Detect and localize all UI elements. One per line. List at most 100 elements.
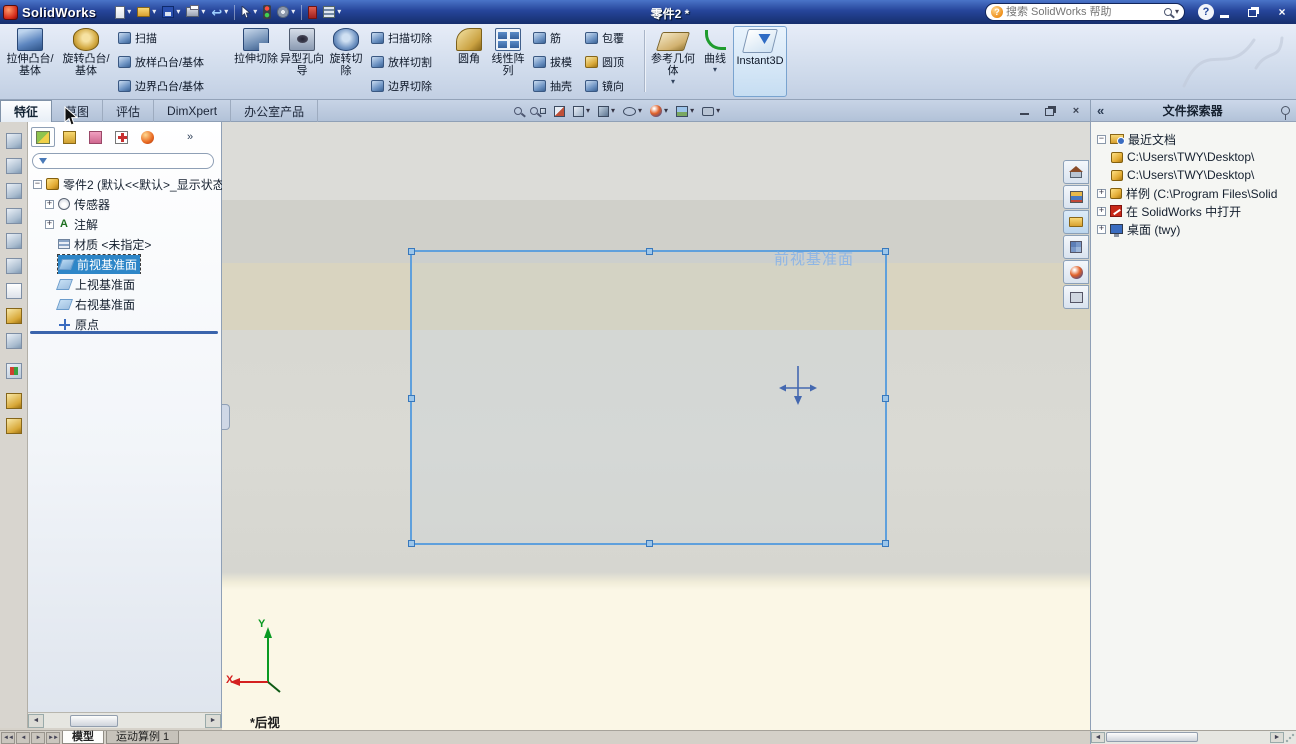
tree-item-front-plane[interactable]: 前视基准面 (28, 254, 222, 274)
tree-item-annotations[interactable]: + A 注解 (28, 214, 222, 234)
motion-study-tab[interactable]: 运动算例 1 (106, 731, 180, 744)
tree-item-part-root[interactable]: − 零件2 (默认<<默认>_显示状态 (28, 174, 222, 194)
search-icon[interactable] (1163, 8, 1172, 16)
close-button[interactable]: × (1271, 3, 1293, 20)
properties-button[interactable]: ▾ (320, 2, 344, 22)
view-palette-tab[interactable] (1063, 235, 1089, 259)
rebuild-button[interactable] (260, 2, 274, 22)
model-tab[interactable]: 模型 (62, 731, 104, 744)
feature-panel-hscrollbar[interactable]: ◄ ► (28, 712, 222, 728)
section-view-button[interactable] (552, 102, 567, 120)
chevron-down-icon[interactable]: ▾ (671, 78, 675, 86)
plane-handle[interactable] (882, 540, 889, 547)
plane-handle[interactable] (882, 248, 889, 255)
tree-item-sensors[interactable]: + 传感器 (28, 194, 222, 214)
chevron-down-icon[interactable]: ▾ (337, 8, 341, 16)
chevron-down-icon[interactable]: ▾ (224, 8, 228, 16)
display-style-button[interactable]: ▾ (596, 102, 617, 120)
expand-icon[interactable]: + (45, 219, 54, 229)
revolved-cut-button[interactable]: 旋转切除 (325, 26, 367, 97)
next-tab-button[interactable]: ► (31, 731, 45, 744)
left-toolbar-button-2[interactable] (3, 155, 25, 177)
zoom-area-button[interactable] (528, 102, 548, 120)
reference-geometry-button[interactable]: 参考几何体 ▾ (649, 26, 697, 97)
chevron-down-icon[interactable]: ▾ (291, 8, 295, 16)
dome-button[interactable]: 圆顶 (583, 50, 641, 74)
undo-button[interactable]: ↩ ▾ (208, 2, 231, 22)
rib-button[interactable]: 筋 (531, 26, 581, 50)
swept-cut-button[interactable]: 扫描切除 (369, 26, 453, 50)
left-toolbar-button-7[interactable] (3, 280, 25, 302)
lofted-boss-button[interactable]: 放样凸台/基体 (116, 50, 232, 74)
minimize-button[interactable] (1213, 3, 1235, 20)
recent-file-item[interactable]: C:\Users\TWY\Desktop\ (1091, 148, 1296, 166)
tree-filter-box[interactable] (32, 153, 214, 169)
chevron-down-icon[interactable]: ▾ (611, 107, 615, 115)
expand-icon[interactable]: + (1097, 188, 1106, 198)
expand-icon[interactable]: + (1097, 224, 1106, 234)
scroll-right-button[interactable]: ► (1270, 732, 1284, 743)
dimxpertmanager-tab[interactable] (109, 127, 133, 147)
tree-item-material[interactable]: 材质 <未指定> (28, 234, 222, 254)
left-toolbar-button-4[interactable] (3, 205, 25, 227)
solidworks-resources-tab[interactable] (1063, 160, 1089, 184)
scroll-right-button[interactable]: ► (205, 713, 221, 728)
collapse-icon[interactable]: − (33, 179, 42, 189)
open-button[interactable]: ▾ (134, 2, 159, 22)
view-orientation-button[interactable]: ▾ (571, 102, 592, 120)
plane-handle[interactable] (408, 540, 415, 547)
scroll-left-button[interactable]: ◄ (1091, 732, 1105, 743)
previous-tab-button[interactable]: ◄ (16, 731, 30, 744)
chevron-down-icon[interactable]: ▾ (152, 8, 156, 16)
chevron-down-icon[interactable]: ▾ (253, 8, 257, 16)
tab-office-products[interactable]: 办公室产品 (231, 100, 319, 122)
left-toolbar-button-6[interactable] (3, 255, 25, 277)
boundary-boss-button[interactable]: 边界凸台/基体 (116, 74, 232, 98)
first-tab-button[interactable]: ◄◄ (1, 731, 15, 744)
chevron-down-icon[interactable]: ▾ (586, 107, 590, 115)
revolved-boss-base-button[interactable]: 旋转凸台/基体 (58, 26, 114, 97)
plane-handle[interactable] (646, 248, 653, 255)
last-tab-button[interactable]: ►► (46, 731, 60, 744)
propertymanager-tab[interactable] (57, 127, 81, 147)
resize-grip[interactable] (1285, 733, 1295, 743)
chevron-down-icon[interactable]: ▾ (638, 107, 642, 115)
collapse-pane-button[interactable]: « (1097, 103, 1104, 118)
panel-overflow-button[interactable]: » (187, 131, 193, 143)
lofted-cut-button[interactable]: 放样切割 (369, 50, 453, 74)
plane-handle[interactable] (882, 395, 889, 402)
scroll-left-button[interactable]: ◄ (28, 713, 44, 728)
rollback-bar[interactable] (30, 331, 218, 334)
chevron-down-icon[interactable]: ▾ (201, 8, 205, 16)
file-explorer-tab[interactable] (1063, 210, 1089, 234)
instant3d-button[interactable]: Instant3D (733, 26, 787, 97)
chevron-down-icon[interactable]: ▾ (664, 107, 668, 115)
apply-scene-button[interactable]: ▾ (674, 102, 696, 120)
recent-documents-node[interactable]: − 最近文档 (1091, 130, 1296, 148)
chevron-down-icon[interactable]: ▾ (127, 8, 131, 16)
mirror-button[interactable]: 镜向 (583, 74, 641, 98)
hide-show-items-button[interactable]: ▾ (621, 102, 644, 120)
wrap-button[interactable]: 包覆 (583, 26, 641, 50)
left-toolbar-button-9[interactable] (3, 330, 25, 352)
desktop-node[interactable]: + 桌面 (twy) (1091, 220, 1296, 238)
hole-wizard-button[interactable]: 异型孔向导 (279, 26, 325, 97)
help-search-box[interactable]: ? ▾ (985, 3, 1185, 21)
task-pane-hscrollbar[interactable]: ◄ ► (1090, 731, 1296, 744)
chevron-down-icon[interactable]: ▾ (716, 107, 720, 115)
pin-icon[interactable] (1281, 106, 1290, 120)
open-in-solidworks-node[interactable]: + 在 SolidWorks 中打开 (1091, 202, 1296, 220)
chevron-down-icon[interactable]: ▾ (690, 107, 694, 115)
print-button[interactable]: ▾ (183, 2, 208, 22)
boundary-cut-button[interactable]: 边界切除 (369, 74, 453, 98)
left-toolbar-button-3[interactable] (3, 180, 25, 202)
fillet-button[interactable]: 圆角 (452, 26, 486, 97)
panel-splitter-handle[interactable] (222, 404, 230, 430)
tab-features[interactable]: 特征 (0, 100, 53, 122)
custom-properties-tab[interactable] (1063, 285, 1089, 309)
appearances-scenes-tab[interactable] (1063, 260, 1089, 284)
left-toolbar-button-1[interactable] (3, 130, 25, 152)
plane-handle[interactable] (408, 395, 415, 402)
scrollbar-thumb[interactable] (70, 715, 118, 727)
chevron-down-icon[interactable]: ▾ (713, 66, 717, 74)
